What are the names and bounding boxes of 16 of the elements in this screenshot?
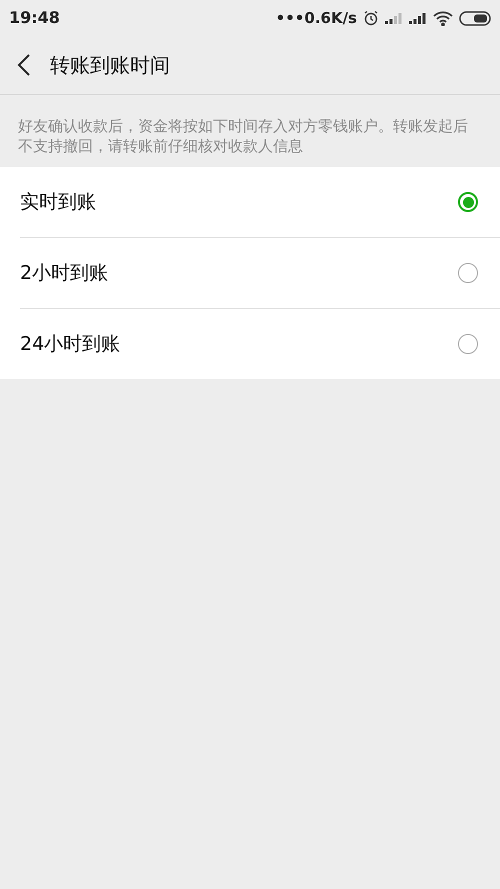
battery-icon xyxy=(459,10,491,26)
back-icon xyxy=(17,54,31,76)
radio-button[interactable] xyxy=(458,334,478,354)
alarm-icon xyxy=(363,10,379,26)
wifi-icon xyxy=(433,10,453,26)
radio-button[interactable] xyxy=(458,263,478,283)
option-row[interactable]: 2小时到账 xyxy=(20,238,500,308)
option-row[interactable]: 实时到账 xyxy=(20,167,500,237)
status-time: 19:48 xyxy=(9,7,60,29)
signal-icon xyxy=(385,12,403,24)
signal-icon xyxy=(409,12,427,24)
network-speed: •••0.6K/s xyxy=(276,8,357,29)
radio-button[interactable] xyxy=(458,192,478,212)
page-title: 转账到账时间 xyxy=(50,52,170,79)
notice-text: 好友确认收款后，资金将按如下时间存入对方零钱账户。转账发起后不支持撤回，请转账前仔细核对收款人信息 xyxy=(17,116,469,157)
option-row[interactable]: 24小时到账 xyxy=(20,309,500,379)
